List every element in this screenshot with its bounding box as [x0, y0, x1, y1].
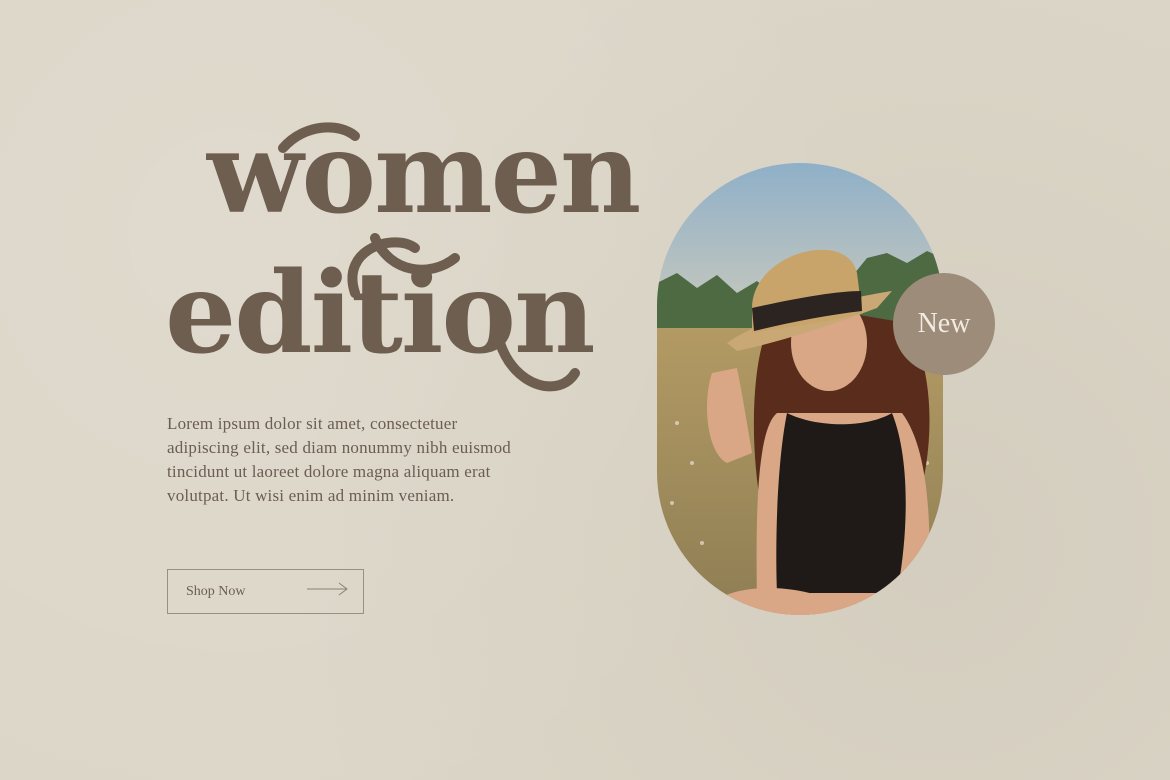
- new-badge: New: [893, 273, 995, 375]
- shop-now-button[interactable]: Shop Now: [167, 569, 364, 614]
- shop-now-label: Shop Now: [186, 583, 246, 599]
- headline-line-1: women: [207, 108, 641, 239]
- headline-line-2: edition: [165, 248, 596, 379]
- model-photo: [657, 163, 943, 615]
- hero-description: Lorem ipsum dolor sit amet, consectetuer…: [167, 414, 511, 505]
- arrow-right-icon: [307, 582, 349, 601]
- hero-headline: women edition: [165, 118, 641, 403]
